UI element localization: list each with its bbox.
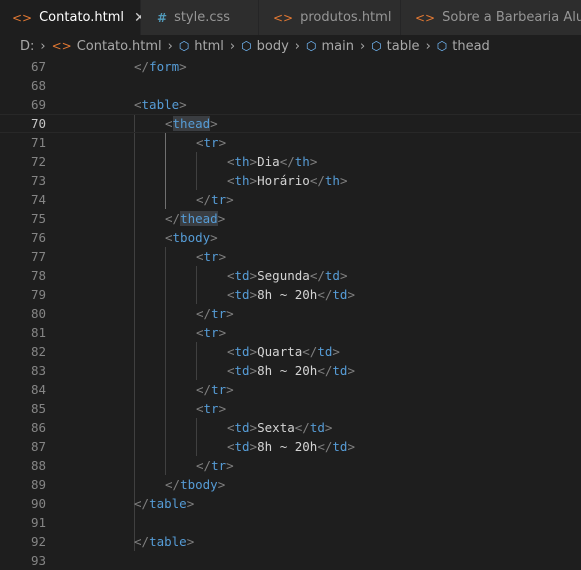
- code-line: 85 <tr>: [30, 401, 227, 416]
- code-line: 71 <tr>: [30, 135, 227, 150]
- html-icon: <>: [12, 10, 33, 25]
- code-line: 84 </tr>: [30, 382, 234, 397]
- code-line: 75 </thead>: [30, 211, 226, 226]
- code-line: 69 <table>: [30, 97, 187, 112]
- breadcrumb-thead[interactable]: ⬡ thead: [437, 39, 490, 54]
- element-icon: ⬡: [371, 39, 382, 53]
- breadcrumb-body[interactable]: ⬡ body ›: [241, 39, 306, 54]
- code-line: 87 <td>8h ~ 20h</td>: [30, 439, 355, 454]
- code-line: 73 <th>Horário</th>: [30, 173, 348, 188]
- html-icon: <>: [415, 10, 436, 25]
- code-line: 77 <tr>: [30, 249, 227, 264]
- code-line: 72 <th>Dia</th>: [30, 154, 318, 169]
- breadcrumb-file[interactable]: <> Contato.html ›: [52, 39, 179, 54]
- tab-label: Sobre a Barbearia Alura.ht: [442, 10, 581, 25]
- code-line: 79 <td>8h ~ 20h</td>: [30, 287, 355, 302]
- tab-contato-html[interactable]: <> Contato.html ✕: [0, 0, 146, 35]
- tab-bar: <> Contato.html ✕ # style.css <> produto…: [0, 0, 581, 35]
- chevron-right-icon: ›: [359, 38, 366, 54]
- element-icon: ⬡: [178, 39, 190, 53]
- tab-label: Contato.html: [39, 10, 125, 25]
- chevron-right-icon: ›: [229, 38, 236, 54]
- code-line: 68: [30, 78, 46, 93]
- code-line: 82 <td>Quarta</td>: [30, 344, 340, 359]
- code-line: 81 <tr>: [30, 325, 227, 340]
- tab-sobre-barbearia[interactable]: <> Sobre a Barbearia Alura.ht: [401, 0, 581, 35]
- css-hash-icon: #: [157, 10, 168, 25]
- code-line: 88 </tr>: [30, 458, 234, 473]
- code-line: 93: [30, 553, 46, 568]
- code-line: 91: [30, 515, 46, 530]
- breadcrumb-html[interactable]: ⬡ html ›: [179, 39, 241, 54]
- code-line: 92 </table>: [30, 534, 195, 549]
- element-icon: ⬡: [305, 39, 317, 53]
- code-editor[interactable]: 67 </form> 68 69 <table> 70 <thead> 71 <…: [0, 57, 581, 570]
- breadcrumb: D: › <> Contato.html › ⬡ html › ⬡ body › ⬡ m…: [0, 35, 581, 57]
- tab-label: produtos.html: [300, 10, 392, 25]
- breadcrumb-table[interactable]: ⬡ table ›: [371, 39, 437, 54]
- code-line: 90 </table>: [30, 496, 195, 511]
- element-icon: ⬡: [436, 39, 448, 53]
- code-line: 74 </tr>: [30, 192, 234, 207]
- tab-style-css[interactable]: # style.css: [141, 0, 259, 35]
- code-line: 86 <td>Sexta</td>: [30, 420, 333, 435]
- chevron-right-icon: ›: [294, 38, 300, 54]
- code-line-current: 70 <thead>: [0, 114, 581, 133]
- code-line: 67 </form>: [30, 59, 187, 74]
- chevron-right-icon: ›: [425, 38, 431, 54]
- html-icon: <>: [51, 39, 72, 53]
- chevron-right-icon: ›: [40, 38, 46, 54]
- code-line: 83 <td>8h ~ 20h</td>: [30, 363, 355, 378]
- breadcrumb-main[interactable]: ⬡ main ›: [306, 39, 371, 54]
- code-line: 76 <tbody>: [30, 230, 218, 245]
- chevron-right-icon: ›: [167, 38, 173, 54]
- tab-label: style.css: [174, 10, 231, 25]
- element-icon: ⬡: [241, 39, 252, 53]
- html-icon: <>: [273, 10, 294, 25]
- code-line: 80 </tr>: [30, 306, 234, 321]
- code-line: 89 </tbody>: [30, 477, 226, 492]
- breadcrumb-drive[interactable]: D: ›: [20, 39, 52, 54]
- code-line: 78 <td>Segunda</td>: [30, 268, 348, 283]
- tab-produtos-html[interactable]: <> produtos.html: [259, 0, 401, 35]
